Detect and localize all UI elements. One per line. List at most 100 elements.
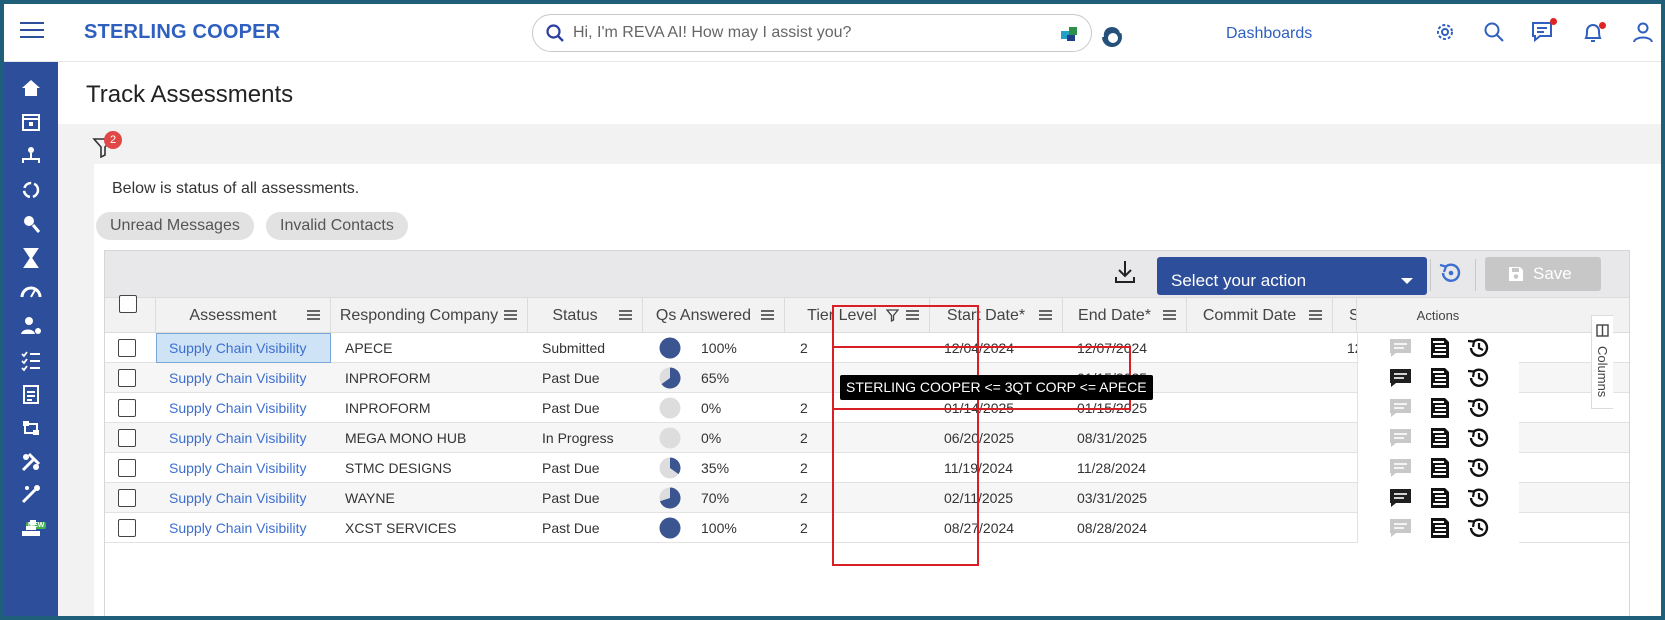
- contacts-list-icon[interactable]: [1427, 486, 1451, 510]
- header-responding-company[interactable]: Responding Company: [331, 298, 528, 333]
- column-menu-icon[interactable]: [1163, 310, 1176, 321]
- magic-tool-icon[interactable]: [19, 482, 43, 506]
- calendar-icon[interactable]: [19, 110, 43, 134]
- assessment-cell[interactable]: Supply Chain Visibility: [156, 453, 331, 483]
- assessment-link[interactable]: Supply Chain Visibility: [169, 430, 306, 446]
- answered-percent: 35%: [701, 460, 730, 476]
- assessment-cell[interactable]: Supply Chain Visibility: [156, 513, 331, 543]
- contacts-list-icon[interactable]: [1427, 396, 1451, 420]
- assessment-link[interactable]: Supply Chain Visibility: [169, 340, 306, 356]
- hierarchy-icon[interactable]: [19, 144, 43, 168]
- transfer-icon[interactable]: [19, 416, 43, 440]
- header-status[interactable]: Status: [528, 298, 643, 333]
- columns-tool-panel-tab[interactable]: Columns: [1591, 315, 1613, 409]
- history-icon[interactable]: [1466, 336, 1490, 360]
- history-icon[interactable]: [1466, 396, 1490, 420]
- row-checkbox[interactable]: [118, 489, 136, 507]
- home-icon[interactable]: [19, 76, 43, 100]
- row-checkbox[interactable]: [118, 339, 136, 357]
- column-menu-icon[interactable]: [619, 310, 632, 321]
- select-action-dropdown[interactable]: Select your action: [1157, 257, 1427, 295]
- app-logo-icon[interactable]: [1059, 23, 1081, 45]
- row-checkbox[interactable]: [118, 459, 136, 477]
- header-truncated[interactable]: S: [1333, 298, 1357, 333]
- message-icon[interactable]: [1388, 516, 1414, 540]
- history-icon[interactable]: [1466, 456, 1490, 480]
- menu-icon[interactable]: [20, 22, 44, 42]
- assistant-icon[interactable]: [1100, 24, 1124, 50]
- header-end-date[interactable]: End Date*: [1063, 298, 1187, 333]
- gauge-icon[interactable]: [19, 280, 43, 304]
- row-checkbox[interactable]: [118, 369, 136, 387]
- header-commit-date[interactable]: Commit Date: [1187, 298, 1333, 333]
- assessment-link[interactable]: Supply Chain Visibility: [169, 370, 306, 386]
- clipboard-icon[interactable]: [19, 382, 43, 406]
- contacts-list-icon[interactable]: [1427, 366, 1451, 390]
- header-tier-level[interactable]: Tier Level: [785, 298, 930, 333]
- assessment-cell[interactable]: Supply Chain Visibility: [156, 363, 331, 393]
- assessment-link[interactable]: Supply Chain Visibility: [169, 460, 306, 476]
- select-all-checkbox[interactable]: [119, 295, 137, 313]
- filter-active-icon[interactable]: [886, 309, 899, 322]
- history-icon[interactable]: [1466, 426, 1490, 450]
- header-qs-answered[interactable]: Qs Answered: [643, 298, 785, 333]
- message-icon[interactable]: [1388, 336, 1414, 360]
- contacts-list-icon[interactable]: [1427, 426, 1451, 450]
- row-checkbox[interactable]: [118, 429, 136, 447]
- table-row[interactable]: Supply Chain Visibility APECE Submitted 100…: [105, 333, 1629, 363]
- column-menu-icon[interactable]: [761, 310, 774, 321]
- history-icon[interactable]: [1466, 366, 1490, 390]
- hourglass-icon[interactable]: [19, 246, 43, 270]
- column-menu-icon[interactable]: [504, 310, 517, 321]
- message-icon[interactable]: [1388, 396, 1414, 420]
- message-icon[interactable]: [1388, 456, 1414, 480]
- reports-icon[interactable]: [19, 516, 43, 540]
- assessment-link[interactable]: Supply Chain Visibility: [169, 490, 306, 506]
- user-icon[interactable]: [1632, 21, 1654, 43]
- message-icon[interactable]: [1388, 486, 1414, 510]
- dashboards-link[interactable]: Dashboards: [1226, 25, 1312, 43]
- qs-answered-cell: 100%: [643, 333, 785, 363]
- row-checkbox[interactable]: [118, 399, 136, 417]
- user-settings-icon[interactable]: [19, 314, 43, 338]
- assessment-cell[interactable]: Supply Chain Visibility: [156, 483, 331, 513]
- brand-name[interactable]: STERLING COOPER: [84, 21, 280, 44]
- column-menu-icon[interactable]: [1039, 310, 1052, 321]
- contacts-list-icon[interactable]: [1427, 456, 1451, 480]
- search-input[interactable]: [573, 23, 1033, 43]
- table-row[interactable]: Supply Chain Visibility XCST SERVICES Past…: [105, 513, 1629, 543]
- download-icon[interactable]: [1113, 258, 1137, 286]
- save-button[interactable]: Save: [1485, 257, 1601, 291]
- search-icon[interactable]: [1483, 21, 1505, 43]
- chip-unread-messages[interactable]: Unread Messages: [96, 212, 254, 240]
- contacts-list-icon[interactable]: [1427, 336, 1451, 360]
- assessment-link[interactable]: Supply Chain Visibility: [169, 520, 306, 536]
- message-icon[interactable]: [1388, 426, 1414, 450]
- message-icon[interactable]: [1388, 366, 1414, 390]
- column-menu-icon[interactable]: [906, 310, 919, 321]
- assessment-cell[interactable]: Supply Chain Visibility: [156, 423, 331, 453]
- row-checkbox[interactable]: [118, 519, 136, 537]
- user-search-icon[interactable]: [19, 212, 43, 236]
- assessment-link[interactable]: Supply Chain Visibility: [169, 400, 306, 416]
- table-row[interactable]: Supply Chain Visibility STMC DESIGNS Past …: [105, 453, 1629, 483]
- history-icon[interactable]: [1466, 486, 1490, 510]
- chip-invalid-contacts[interactable]: Invalid Contacts: [266, 212, 408, 240]
- column-menu-icon[interactable]: [1309, 310, 1322, 321]
- tools-icon[interactable]: [19, 450, 43, 474]
- table-row[interactable]: Supply Chain Visibility WAYNE Past Due 70% 2…: [105, 483, 1629, 513]
- refresh-cycle-icon[interactable]: [19, 178, 43, 202]
- table-row[interactable]: Supply Chain Visibility MEGA MONO HUB In P…: [105, 423, 1629, 453]
- checklist-icon[interactable]: [19, 348, 43, 372]
- column-menu-icon[interactable]: [307, 310, 320, 321]
- search-bar[interactable]: [532, 14, 1092, 52]
- header-select-all[interactable]: [105, 295, 156, 333]
- reset-view-icon[interactable]: [1437, 260, 1463, 286]
- history-icon[interactable]: [1466, 516, 1490, 540]
- assessment-cell[interactable]: Supply Chain Visibility: [156, 393, 331, 423]
- assessment-cell[interactable]: Supply Chain Visibility: [156, 333, 331, 363]
- contacts-list-icon[interactable]: [1427, 516, 1451, 540]
- header-assessment[interactable]: Assessment: [156, 298, 331, 333]
- settings-icon[interactable]: [1434, 21, 1456, 43]
- header-start-date[interactable]: Start Date*: [930, 298, 1063, 333]
